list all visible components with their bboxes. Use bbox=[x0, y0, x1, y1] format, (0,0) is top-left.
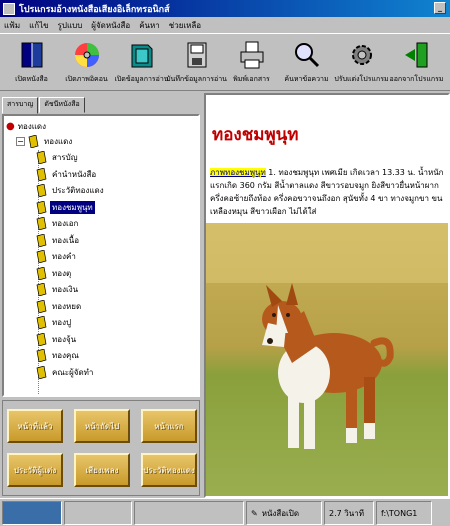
app-icon bbox=[3, 2, 15, 15]
settings-button[interactable]: ปรับแต่งโปรแกรม bbox=[334, 34, 389, 92]
page-node-icon bbox=[36, 266, 47, 280]
description-text: ภาพทองชมพูนุท 1. ทองชมพูนุท เพศเมีย เกิด… bbox=[210, 168, 444, 216]
folder-icon bbox=[131, 44, 152, 68]
tree-item[interactable]: ทองปู bbox=[6, 315, 196, 332]
tree-item[interactable]: ทองคำ bbox=[6, 249, 196, 266]
page-node-icon bbox=[36, 332, 47, 346]
contents-tree[interactable]: ● ทองแดง − ทองแดง สารบัญ คำนำหนังสือ ประวั… bbox=[2, 114, 200, 397]
page-node-icon bbox=[36, 283, 47, 297]
tree-item[interactable]: ประวัติทองแดง bbox=[6, 183, 196, 200]
minimize-button[interactable]: _ bbox=[434, 2, 446, 14]
tree-root[interactable]: ● ทองแดง bbox=[6, 120, 196, 133]
menu-bar: แฟ้ม แก้ไข รูปแบบ ผู้จัดหนังสือ ค้นหา ช่… bbox=[0, 17, 450, 33]
open-image-button[interactable]: เปิดภาพอิคอน bbox=[59, 34, 114, 92]
tree-item[interactable]: ทองหยด bbox=[6, 298, 196, 315]
tab-strip: สารบาญ ดัชนีหนังสือ bbox=[2, 97, 86, 114]
toolbar: เปิดหนังสือ เปิดภาพอิคอน เปิดข้อมูลการอ่… bbox=[0, 33, 450, 91]
author-bio-button[interactable]: ประวัติผู้แต่ง bbox=[7, 453, 63, 487]
tree-item[interactable]: คำนำหนังสือ bbox=[6, 166, 196, 183]
open-book-button[interactable]: เปิดหนังสือ bbox=[4, 34, 59, 92]
tree-item[interactable]: ทองจุ้น bbox=[6, 331, 196, 348]
status-blank bbox=[64, 501, 132, 525]
search-icon bbox=[294, 43, 319, 68]
book-node-icon bbox=[28, 134, 39, 148]
tab-contents[interactable]: สารบาญ bbox=[2, 97, 39, 114]
menu-search[interactable]: ค้นหา bbox=[139, 19, 160, 32]
tree-parent[interactable]: − ทองแดง bbox=[6, 133, 196, 150]
exit-icon bbox=[404, 42, 427, 68]
page-node-icon bbox=[36, 316, 47, 330]
menu-edit[interactable]: แก้ไข bbox=[29, 19, 49, 32]
song-button[interactable]: เสียงเพลง bbox=[74, 453, 130, 487]
page-node-icon bbox=[36, 233, 47, 247]
menu-organizer[interactable]: ผู้จัดหนังสือ bbox=[91, 19, 130, 32]
open-reading-button[interactable]: เปิดข้อมูลการอ่าน bbox=[114, 34, 169, 92]
page-node-icon bbox=[36, 200, 47, 214]
tree-item[interactable]: ทองคุณ bbox=[6, 348, 196, 365]
title-bar: โปรแกรมอ้างหนังสือเสียงอิเล็กทรอนิกส์ _ bbox=[0, 0, 450, 17]
tree-item[interactable]: ทองเงิน bbox=[6, 282, 196, 299]
tree-item[interactable]: ทองเนื้อ bbox=[6, 232, 196, 249]
page-node-icon bbox=[36, 349, 47, 363]
prev-page-button[interactable]: หน้าที่แล้ว bbox=[7, 409, 63, 443]
page-node-icon bbox=[36, 167, 47, 181]
window-title: โปรแกรมอ้างหนังสือเสียงอิเล็กทรอนิกส์ bbox=[19, 4, 170, 15]
page-node-icon bbox=[36, 217, 47, 231]
dog-photo bbox=[206, 223, 448, 496]
status-page: ✎ หนังสือเปิด bbox=[246, 501, 322, 525]
print-button[interactable]: พิมพ์เอกสาร bbox=[224, 34, 279, 92]
status-bar: ✎ หนังสือเปิด 2.7 วินาที f:\TONG1 bbox=[0, 498, 450, 526]
image-link[interactable]: ภาพทองชมพูนุท bbox=[210, 168, 266, 177]
tree-item[interactable]: ทองชมพูนุท bbox=[6, 199, 196, 216]
content-pane: ทองชมพูนุท ภาพทองชมพูนุท 1. ทองชมพูนุท เ… bbox=[204, 93, 450, 498]
book-icon bbox=[21, 42, 42, 68]
first-page-button[interactable]: หน้าแรก bbox=[141, 409, 197, 443]
status-time: 2.7 วินาที bbox=[324, 501, 374, 525]
search-text-button[interactable]: ค้นหาข้อความ bbox=[279, 34, 334, 92]
exit-button[interactable]: ออกจากโปรแกรม bbox=[389, 34, 444, 92]
page-node-icon bbox=[36, 365, 47, 379]
status-file: f:\TONG1 bbox=[376, 501, 432, 525]
root-node-icon: ● bbox=[6, 121, 15, 132]
navigation-panel: หน้าที่แล้ว หน้าถัดไป หน้าแรก ประวัติผู้… bbox=[2, 400, 200, 496]
printer-icon bbox=[240, 41, 263, 69]
page-node-icon bbox=[36, 151, 47, 165]
tree-item[interactable]: ทองเอก bbox=[6, 216, 196, 233]
status-blank-2 bbox=[134, 501, 244, 525]
page-status-icon: ✎ bbox=[251, 508, 258, 518]
disc-icon bbox=[74, 43, 99, 67]
page-node-icon bbox=[36, 184, 47, 198]
tree-item[interactable]: คณะผู้จัดทำ bbox=[6, 364, 196, 381]
settings-icon bbox=[351, 45, 372, 65]
history-button[interactable]: ประวัติทองแดง bbox=[141, 453, 197, 487]
status-indicator bbox=[2, 501, 62, 525]
page-node-icon bbox=[36, 299, 47, 313]
save-icon bbox=[187, 42, 206, 68]
tree-item[interactable]: สารบัญ bbox=[6, 150, 196, 167]
collapse-icon[interactable]: − bbox=[16, 136, 25, 146]
menu-file[interactable]: แฟ้ม bbox=[4, 19, 20, 32]
page-node-icon bbox=[36, 250, 47, 264]
page-title: ทองชมพูนุท bbox=[212, 125, 299, 145]
menu-format[interactable]: รูปแบบ bbox=[58, 19, 83, 32]
tree-item[interactable]: ทองตุ bbox=[6, 265, 196, 282]
menu-help[interactable]: ช่วยเหลือ bbox=[169, 19, 201, 32]
next-page-button[interactable]: หน้าถัดไป bbox=[74, 409, 130, 443]
tab-index[interactable]: ดัชนีหนังสือ bbox=[39, 97, 85, 113]
save-reading-button[interactable]: บันทึกข้อมูลการอ่าน bbox=[166, 34, 227, 92]
